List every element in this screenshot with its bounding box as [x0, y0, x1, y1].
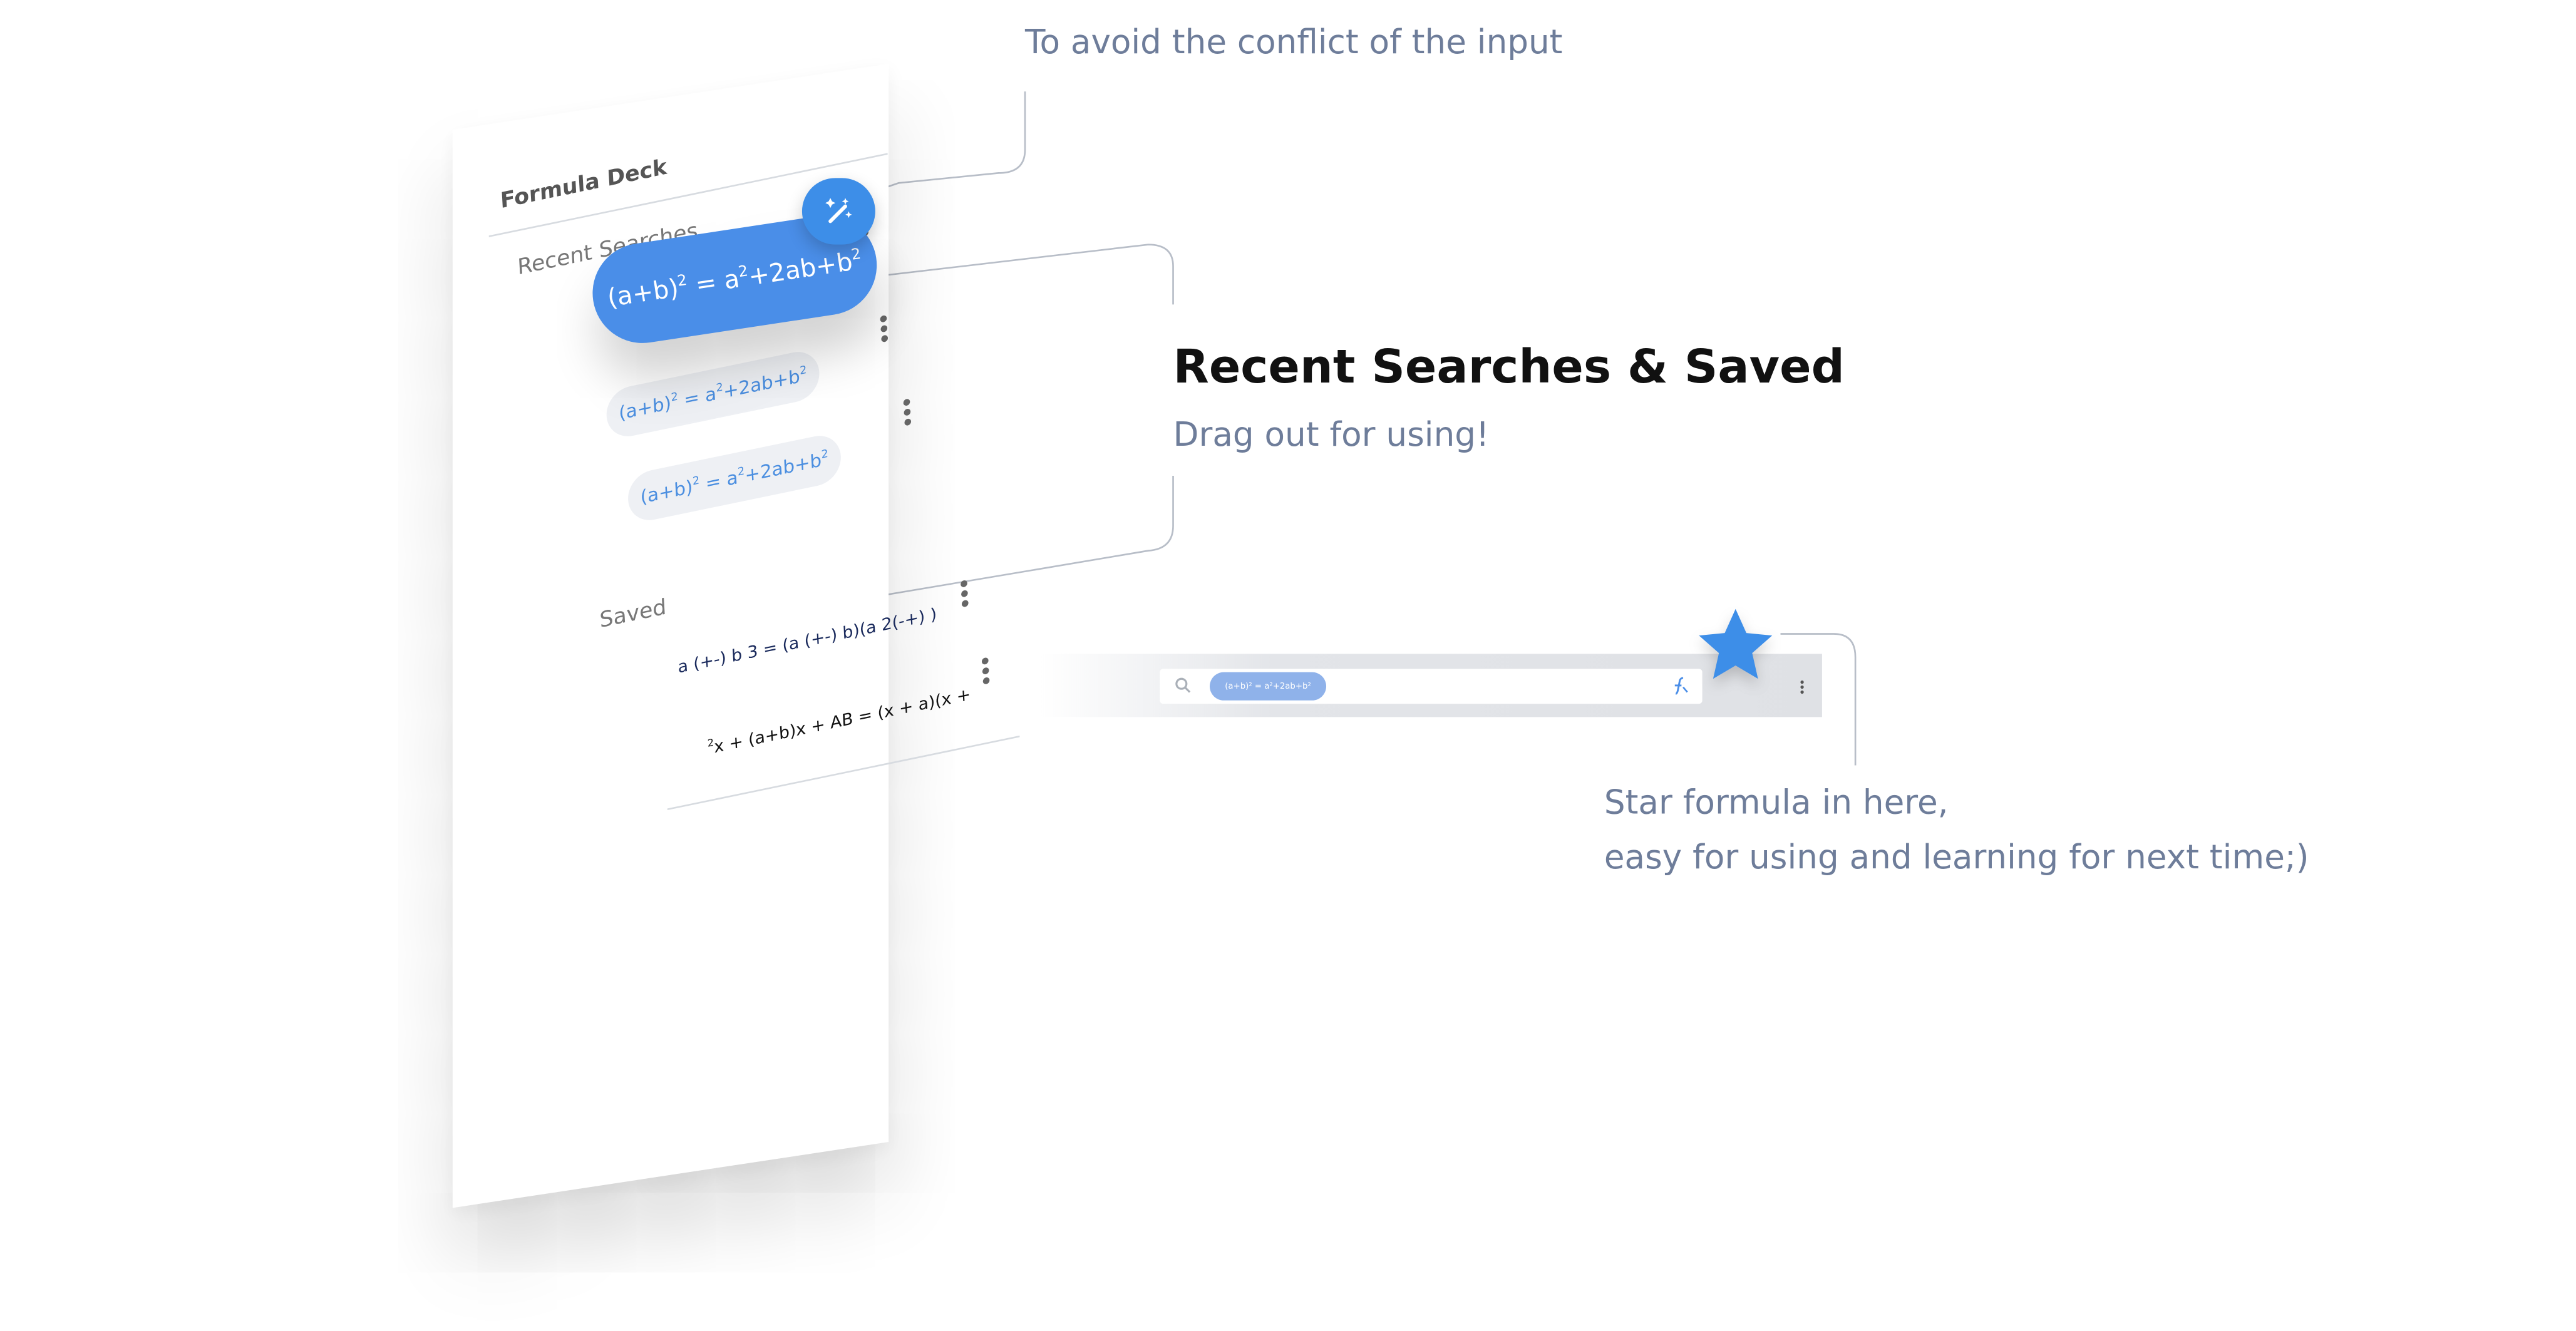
- saved-item-1[interactable]: a (+-) b 3 = (a (+-) b)(a 2(-+) ): [677, 606, 937, 678]
- search-icon: [1175, 677, 1191, 693]
- magic-wand-icon: [825, 198, 852, 224]
- searchbar-more-icon[interactable]: [1800, 680, 1804, 694]
- star-icon[interactable]: [1696, 607, 1776, 684]
- saved-item-2-more-icon[interactable]: [981, 657, 990, 685]
- section-subtitle: Drag out for using!: [1173, 414, 1490, 455]
- search-formula-chip[interactable]: (a+b)² = a²+2ab+b²: [1210, 672, 1327, 701]
- magic-wand-fab[interactable]: [801, 178, 875, 245]
- recent-item-3-more-icon[interactable]: [903, 398, 912, 426]
- saved-item-1-more-icon[interactable]: [960, 580, 969, 608]
- recent-item-2-more-icon[interactable]: [880, 314, 889, 343]
- saved-label: Saved: [599, 595, 667, 634]
- recent-item-3[interactable]: (a+b)2 = a2+2ab+b2: [626, 431, 842, 525]
- annotation-star-line1: Star formula in here,: [1604, 782, 1949, 822]
- search-bar[interactable]: (a+b)² = a²+2ab+b²: [1160, 669, 1703, 704]
- dragged-formula-text: (a+b)2 = a2+2ab+b2: [605, 246, 862, 314]
- stage: To avoid the conflict of the input Recen…: [0, 0, 2576, 1331]
- recent-item-2[interactable]: (a+b)2 = a2+2ab+b2: [605, 347, 821, 441]
- recent-item-3-text: (a+b)2 = a2+2ab+b2: [639, 447, 829, 509]
- annotation-star-line2: easy for using and learning for next tim…: [1604, 836, 2309, 877]
- annotation-input-conflict: To avoid the conflict of the input: [1025, 21, 1563, 62]
- formula-icon[interactable]: [1669, 676, 1691, 697]
- recent-item-2-text: (a+b)2 = a2+2ab+b2: [618, 363, 807, 425]
- panel-title: Formula Deck: [500, 155, 668, 215]
- section-title: Recent Searches & Saved: [1173, 339, 1845, 394]
